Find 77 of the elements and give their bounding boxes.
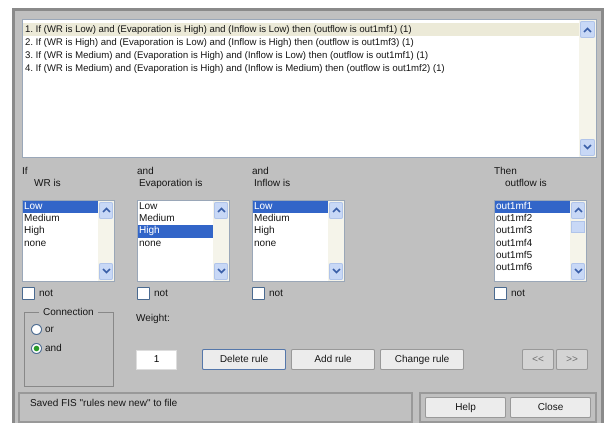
option-list[interactable]: Low Medium High none — [137, 200, 230, 282]
not-checkbox[interactable] — [137, 286, 150, 300]
chevron-down-icon — [574, 268, 582, 274]
not-checkbox[interactable] — [22, 286, 35, 300]
rule-item[interactable]: 3. If (WR is Medium) and (Evaporation is High) and (Inflow is Low) then (outflow is out1mf1) (1) — [23, 49, 579, 62]
checkbox-label: not — [269, 288, 283, 299]
scroll-down-button[interactable] — [580, 138, 595, 156]
option-list[interactable]: Low Medium High none — [22, 200, 115, 282]
rule-item[interactable]: 4. If (WR is Medium) and (Evaporation is High) and (Inflow is Medium) then (outflow is out1mf2) (1) — [23, 62, 579, 75]
chevron-up-icon — [102, 207, 110, 214]
rule-item[interactable]: 1. If (WR is Low) and (Evaporation is High) and (Inflow is Low) then (outflow is out1mf1) (1) — [23, 23, 579, 36]
scroll-down-button[interactable] — [329, 262, 343, 280]
list-option[interactable]: High — [138, 225, 213, 238]
radio-label: and — [45, 343, 62, 354]
list-option[interactable]: High — [253, 225, 328, 238]
scroll-down-button[interactable] — [214, 262, 228, 280]
list-option[interactable]: out1mf2 — [495, 212, 570, 226]
connector-label: If — [22, 166, 29, 178]
scroll-up-button[interactable] — [99, 202, 113, 219]
list-option[interactable]: out1mf3 — [495, 225, 570, 238]
list-option[interactable]: Low — [253, 200, 328, 213]
chevron-down-icon — [216, 268, 226, 274]
scroll-down-button[interactable] — [99, 262, 113, 280]
chevron-up-icon — [216, 207, 226, 214]
weight-field[interactable]: 1 — [136, 350, 177, 370]
not-checkbox[interactable] — [494, 286, 507, 300]
list-option[interactable]: Medium — [253, 212, 328, 226]
weight-label: Weight: — [136, 313, 171, 326]
radio-label: or — [45, 324, 54, 336]
variable-label: outflow is — [504, 178, 548, 191]
scroll-up-button[interactable] — [580, 21, 595, 38]
radio-button[interactable] — [31, 324, 42, 336]
list-option[interactable]: out1mf1 — [495, 200, 570, 213]
rule-button[interactable]: Delete rule — [202, 349, 286, 370]
chevron-down-icon — [583, 144, 592, 150]
list-option[interactable]: Medium — [138, 212, 213, 226]
list-option[interactable]: none — [23, 238, 98, 250]
dialog-button[interactable]: Help — [425, 397, 506, 418]
rule-item[interactable]: 2. If (WR is High) and (Evaporation is Low) and (Inflow is High) then (outflow is out1mf3) (1) — [23, 36, 579, 49]
variable-label: WR is — [33, 178, 62, 191]
rules-list[interactable] — [22, 19, 597, 158]
radio-button[interactable] — [31, 343, 42, 354]
scroll-up-button[interactable] — [214, 202, 228, 219]
scroll-up-button[interactable] — [329, 202, 343, 219]
checkbox-label: not — [39, 288, 53, 299]
checkbox-label: not — [511, 288, 525, 299]
list-option[interactable]: Low — [138, 200, 213, 213]
scroll-up-button[interactable] — [571, 202, 585, 219]
variable-label: Evaporation is — [138, 178, 204, 191]
chevron-down-icon — [102, 268, 110, 274]
chevron-up-icon — [332, 207, 340, 214]
dialog-button[interactable]: Close — [510, 397, 591, 418]
status-text: Saved FIS "rules new new" to file — [30, 398, 178, 409]
list-option[interactable]: none — [253, 238, 328, 250]
group-title: Connection — [42, 307, 95, 318]
option-list[interactable]: out1mf1 out1mf2 out1mf3 out1mf4 out1mf5 out1mf6 — [494, 200, 587, 282]
list-option[interactable]: out1mf5 — [495, 250, 570, 262]
rule-button[interactable]: Change rule — [380, 349, 464, 370]
rule-button[interactable]: Add rule — [291, 349, 375, 370]
not-checkbox[interactable] — [252, 286, 265, 300]
option-list[interactable]: Low Medium High none — [252, 200, 345, 282]
variable-label: Inflow is — [253, 178, 292, 191]
list-option[interactable]: Low — [23, 200, 98, 213]
scroll-down-button[interactable] — [571, 262, 585, 280]
list-option[interactable]: out1mf4 — [495, 238, 570, 250]
connector-label: and — [252, 166, 270, 178]
list-option[interactable]: Medium — [23, 212, 98, 226]
scroll-thumb[interactable] — [571, 220, 585, 233]
list-option[interactable]: out1mf6 — [495, 262, 570, 274]
chevron-up-icon — [574, 207, 582, 214]
chevron-down-icon — [332, 268, 340, 274]
connector-label: and — [137, 166, 155, 178]
list-option[interactable]: none — [138, 238, 213, 250]
connector-label: Then — [494, 166, 518, 178]
list-option[interactable]: High — [23, 225, 98, 238]
checkbox-label: not — [154, 288, 168, 299]
chevron-up-icon — [583, 26, 592, 32]
